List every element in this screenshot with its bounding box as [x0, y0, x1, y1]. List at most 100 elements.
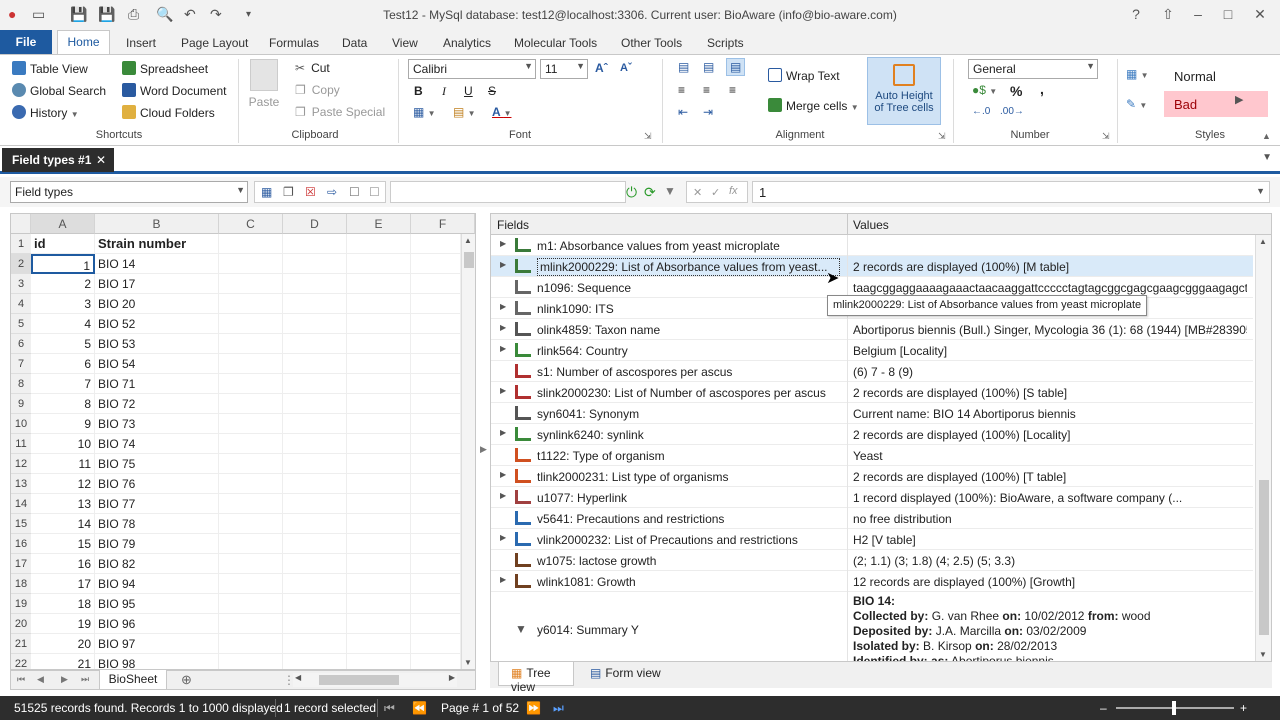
grid-cell[interactable] — [283, 394, 347, 414]
row-header[interactable]: 3 — [11, 274, 31, 294]
confirm-edit-icon[interactable]: ✓ — [711, 186, 720, 199]
expand-icon[interactable]: ▶ — [500, 428, 506, 437]
cloud-folders-button[interactable]: Cloud Folders — [122, 105, 215, 120]
paste-special-button[interactable]: ❐ Paste Special — [295, 105, 385, 119]
grid-cell[interactable] — [347, 474, 411, 494]
grid-cell[interactable] — [411, 454, 461, 474]
grid-cell[interactable]: id — [31, 234, 95, 254]
grid-cell[interactable]: BIO 82 — [95, 554, 219, 574]
tree-row[interactable]: ▶ slink2000230: List of Number of ascospo… — [491, 382, 1253, 403]
increase-indent-icon[interactable]: ⇥ — [703, 105, 713, 119]
grid-cell[interactable]: BIO 17 — [95, 274, 219, 294]
expand-icon[interactable]: ▶ — [500, 386, 506, 395]
row-header[interactable]: 13 — [11, 474, 31, 494]
underline-icon[interactable]: U — [464, 84, 473, 98]
expand-icon[interactable]: ▶ — [500, 239, 506, 248]
tree-row[interactable]: t1122: Type of organism Yeast — [491, 445, 1253, 466]
font-color-icon[interactable]: A ▼ — [492, 105, 511, 119]
spreadsheet-button[interactable]: Spreadsheet — [122, 61, 208, 76]
tab-data[interactable]: Data — [342, 36, 367, 50]
grid-cell[interactable] — [219, 534, 283, 554]
tab-analytics[interactable]: Analytics — [443, 36, 491, 50]
row-header[interactable]: 20 — [11, 614, 31, 634]
grid-cell[interactable] — [347, 334, 411, 354]
align-left-icon[interactable]: ≡ — [678, 83, 685, 97]
tab-view[interactable]: View — [392, 36, 418, 50]
grid-cell[interactable] — [411, 634, 461, 654]
scroll-thumb[interactable] — [464, 252, 474, 268]
wrap-text-button[interactable]: Wrap Text — [768, 68, 840, 83]
zoom-in-icon[interactable]: + — [1240, 701, 1247, 715]
grid-cell[interactable] — [283, 654, 347, 669]
grid-cell[interactable] — [283, 454, 347, 474]
tree-row[interactable]: v5641: Precautions and restrictions no fr… — [491, 508, 1253, 529]
horizontal-scrollbar[interactable]: ◀ ▶ — [293, 673, 457, 687]
row-header[interactable]: 9 — [11, 394, 31, 414]
grid-cell[interactable]: BIO 72 — [95, 394, 219, 414]
number-format-select[interactable]: General ▼ — [968, 59, 1098, 79]
scroll-right-icon[interactable]: ▶ — [449, 673, 455, 682]
zoom-slider[interactable] — [1116, 701, 1234, 715]
grid-cell[interactable]: BIO 52 — [95, 314, 219, 334]
row-header[interactable]: 15 — [11, 514, 31, 534]
comma-icon[interactable]: , — [1040, 81, 1044, 97]
grid-cell[interactable] — [219, 254, 283, 274]
grid-cell[interactable] — [283, 334, 347, 354]
scroll-down-icon[interactable]: ▼ — [464, 658, 472, 667]
grid-cell[interactable] — [283, 634, 347, 654]
unlock-icon[interactable]: ☐ — [369, 185, 380, 199]
grid-cell[interactable] — [411, 314, 461, 334]
fill-color-icon[interactable]: ▤ ▼ — [453, 105, 476, 119]
column-header[interactable]: C — [219, 214, 283, 234]
values-column-header[interactable]: Values — [853, 218, 889, 232]
grid-cell[interactable]: Strain number — [95, 234, 219, 254]
tree-row[interactable]: ▶ u1077: Hyperlink 1 record displayed (100… — [491, 487, 1253, 508]
grid-cell[interactable]: BIO 94 — [95, 574, 219, 594]
dialog-launcher-icon[interactable]: ⇲ — [938, 131, 946, 142]
fields-column-header[interactable]: Fields — [497, 218, 529, 232]
grid-cell[interactable] — [411, 614, 461, 634]
currency-icon[interactable]: ●$ ▼ — [972, 83, 997, 97]
tab-other-tools[interactable]: Other Tools — [621, 36, 682, 50]
tab-field-types[interactable]: Field types #1 ✕ — [2, 148, 114, 172]
grid-cell[interactable] — [219, 654, 283, 669]
column-header[interactable]: E — [347, 214, 411, 234]
tab-page-layout[interactable]: Page Layout — [181, 36, 248, 50]
grid-cell[interactable] — [219, 514, 283, 534]
grid-cell[interactable] — [347, 274, 411, 294]
grid-cell[interactable] — [219, 474, 283, 494]
grid-cell[interactable] — [347, 254, 411, 274]
last-page-icon[interactable]: ⏭ — [553, 701, 564, 716]
tab-home[interactable]: Home — [57, 30, 110, 54]
dialog-launcher-icon[interactable]: ⇲ — [644, 131, 652, 142]
grid-cell[interactable]: BIO 75 — [95, 454, 219, 474]
style-bad[interactable]: Bad — [1164, 91, 1268, 117]
tree-row[interactable]: w1075: lactose growth (2; 1.1) (3; 1.8) (… — [491, 550, 1253, 571]
apply-filter-icon[interactable]: ⏻ — [626, 184, 637, 201]
copy-button[interactable]: ❐ Copy — [295, 83, 340, 97]
increase-decimal-icon[interactable]: ←.0 — [972, 106, 990, 117]
tree-row[interactable]: ▶ olink4859: Taxon name Abortiporus bienni… — [491, 319, 1253, 340]
grid-cell[interactable]: BIO 77 — [95, 494, 219, 514]
tab-insert[interactable]: Insert — [126, 36, 156, 50]
grid-cell[interactable] — [347, 294, 411, 314]
grid-cell[interactable] — [411, 594, 461, 614]
row-header[interactable]: 2 — [11, 254, 31, 274]
grid-cell[interactable] — [347, 434, 411, 454]
grid-cell[interactable]: BIO 78 — [95, 514, 219, 534]
grid-cell[interactable]: BIO 71 — [95, 374, 219, 394]
column-header[interactable]: B — [95, 214, 219, 234]
history-button[interactable]: History ▼ — [12, 105, 79, 120]
strikethrough-icon[interactable]: S — [488, 84, 496, 98]
help-icon[interactable]: ? — [1126, 6, 1146, 22]
zoom-slider-thumb[interactable] — [1172, 701, 1176, 715]
grid-cell[interactable] — [283, 554, 347, 574]
grid-cell[interactable]: 6 — [31, 354, 95, 374]
global-search-button[interactable]: Global Search — [12, 83, 106, 98]
grid-cell[interactable] — [219, 494, 283, 514]
tab-file[interactable]: File — [0, 30, 52, 54]
spreadsheet-grid[interactable]: A B C D E F 1 id Strain number 2 1 BIO 14 3 2 BI… — [10, 213, 476, 670]
expand-icon[interactable]: ▶ — [500, 344, 506, 353]
grid-cell[interactable]: BIO 76 — [95, 474, 219, 494]
grid-cell[interactable] — [283, 594, 347, 614]
